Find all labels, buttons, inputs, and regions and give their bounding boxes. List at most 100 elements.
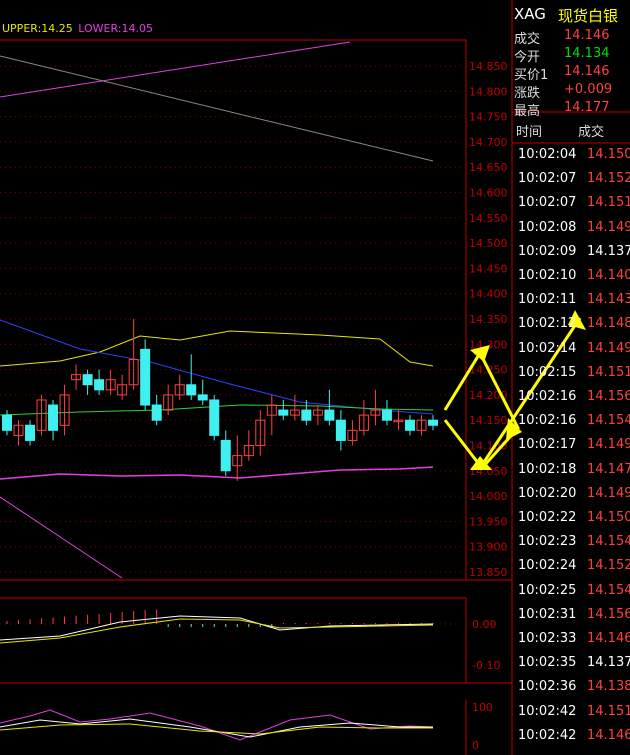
price-tick-label: 14.600 — [469, 187, 508, 200]
tick-row: 10:02:42 14.146 — [518, 727, 630, 748]
bollinger-legend: UPPER:14.25 LOWER:14.05 — [2, 22, 153, 35]
price-tick-label: 14.700 — [469, 136, 508, 149]
candle-body — [48, 404, 59, 431]
tick-row: 10:02:12 14.148 — [518, 316, 630, 336]
tick-price: 14.152 — [587, 558, 630, 574]
trend-line — [0, 41, 351, 98]
price-tick-label: 14.650 — [469, 161, 508, 174]
quote-field-value: +0.009 — [564, 82, 613, 97]
tick-row: 10:02:22 14.150 — [518, 510, 630, 530]
tick-price: 14.147 — [587, 461, 630, 477]
tick-row: 10:02:08 14.149 — [518, 219, 630, 240]
tick-price: 14.140 — [587, 268, 630, 283]
tick-row: 10:02:10 14.140 — [518, 268, 630, 288]
tick-time: 10:02:18 — [518, 461, 577, 477]
quote-field-label: 成交 — [514, 32, 541, 47]
tick-price: 14.150 — [587, 510, 630, 525]
tick-row: 10:02:35 14.137 — [518, 655, 630, 675]
tick-row: 10:02:23 14.154 — [518, 534, 630, 554]
price-tick-label: 14.550 — [469, 212, 508, 225]
tick-row: 10:02:11 14.143 — [518, 292, 630, 312]
tick-price: 14.151 — [587, 195, 630, 211]
tick-price: 14.156 — [587, 606, 630, 622]
candle-body — [404, 419, 415, 431]
price-tick-label: 14.850 — [469, 60, 508, 73]
candle-body — [151, 404, 162, 421]
tick-time: 10:02:07 — [518, 195, 577, 211]
lower-band-label: LOWER:14.05 — [78, 22, 154, 35]
tick-row: 10:02:09 14.137 — [518, 243, 630, 264]
candle-body — [140, 348, 151, 406]
quote-field-value: 14.177 — [564, 100, 610, 115]
price-tick-label: 13.950 — [469, 515, 508, 528]
rsi-tick-label: 100 — [472, 701, 493, 714]
price-tick-label: 14.750 — [469, 111, 508, 124]
price-tick-label: 14.800 — [469, 85, 508, 98]
tick-price: 14.146 — [587, 631, 630, 646]
tick-time: 10:02:15 — [518, 364, 577, 380]
quote-field-value: 14.146 — [564, 64, 610, 79]
symbol-name: 现货白银 — [558, 7, 619, 25]
tick-time: 10:02:31 — [518, 606, 577, 622]
price-tick-label: 14.350 — [469, 313, 508, 326]
tick-time: 10:02:08 — [518, 219, 577, 235]
tick-row: 10:02:16 14.156 — [518, 389, 630, 409]
tick-price: 14.138 — [587, 679, 630, 695]
trend-line — [0, 496, 123, 579]
lower-band-line — [0, 466, 434, 480]
tick-time: 10:02:33 — [518, 631, 577, 646]
rsi-line — [0, 723, 433, 735]
tick-time: 10:02:07 — [518, 171, 577, 187]
tick-time: 10:02:16 — [518, 413, 577, 429]
tick-price: 14.149 — [587, 219, 630, 235]
candle-body — [335, 419, 346, 441]
candle-body — [209, 399, 220, 436]
tick-time: 10:02:25 — [518, 582, 577, 598]
tick-price: 14.149 — [587, 437, 630, 453]
tick-time: 10:02:42 — [518, 727, 577, 743]
tick-time: 10:02:11 — [518, 292, 577, 308]
price-tick-label: 14.400 — [469, 288, 508, 301]
tick-price: 14.151 — [587, 364, 630, 380]
tick-price: 14.152 — [587, 171, 630, 187]
rsi-tick-label: 0 — [472, 739, 479, 752]
quote-field: 成交 14.146 — [514, 28, 630, 47]
candle-body — [94, 379, 105, 391]
quote-field-value: 14.134 — [564, 46, 610, 61]
candle-body — [220, 439, 231, 472]
ticks-header-price: 成交 — [578, 125, 605, 140]
quote-field: 今开 14.134 — [514, 46, 630, 65]
quote-panel: XAG 现货白银 成交 14.146 今开 14.134 买价1 14.146 涨跌 +0.0… — [512, 0, 630, 755]
quote-field-value: 14.146 — [564, 28, 610, 43]
tick-row: 10:02:20 14.149 — [518, 486, 630, 506]
tick-time: 10:02:42 — [518, 703, 577, 719]
price-tick-label: 14.150 — [469, 414, 508, 427]
price-tick-label: 14.450 — [469, 262, 508, 275]
tick-row: 10:02:33 14.146 — [518, 631, 630, 651]
tick-row: 10:02:36 14.138 — [518, 679, 630, 699]
quote-field: 买价1 14.146 — [514, 64, 630, 83]
tick-row: 10:02:18 14.147 — [518, 461, 630, 482]
price-tick-label: 14.000 — [469, 490, 508, 503]
tick-time: 10:02:16 — [518, 389, 577, 404]
tick-price: 14.146 — [587, 727, 630, 743]
candle-body — [186, 384, 197, 396]
quote-field: 涨跌 +0.009 — [514, 82, 630, 101]
macd-tick-label: 0.00 — [472, 618, 497, 631]
price-tick-label: 14.500 — [469, 237, 508, 250]
tick-time: 10:02:09 — [518, 243, 577, 259]
tick-price: 14.154 — [587, 413, 630, 429]
candle-body — [2, 414, 12, 431]
tick-row: 10:02:17 14.149 — [518, 437, 630, 457]
tick-time: 10:02:10 — [518, 268, 577, 283]
tick-row: 10:02:25 14.154 — [518, 582, 630, 603]
tick-row: 10:02:15 14.151 — [518, 364, 630, 385]
quote-field-label: 今开 — [514, 50, 541, 65]
candle-body — [197, 394, 208, 401]
candle-body — [381, 409, 392, 421]
trend-line — [0, 55, 434, 162]
symbol-code: XAG — [514, 5, 546, 23]
tick-row: 10:02:16 14.154 — [518, 413, 630, 433]
tick-price: 14.148 — [587, 316, 630, 332]
tick-time: 10:02:14 — [518, 340, 577, 356]
